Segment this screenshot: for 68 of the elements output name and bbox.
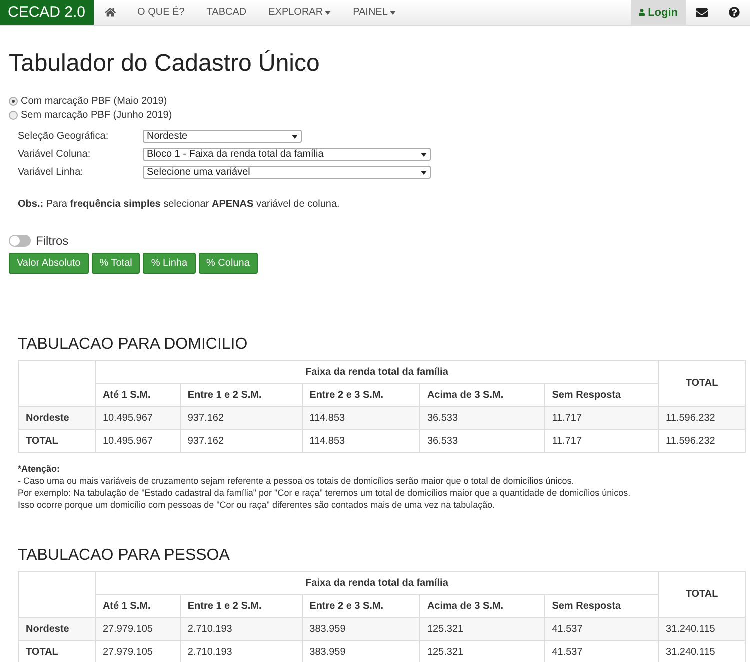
radio-label[interactable]: Com marcação PBF (Maio 2019) [21,96,168,106]
mode-button[interactable]: Valor Absoluto [9,253,89,274]
table-cell: 27.979.105 [95,618,180,640]
table-cell: 27.979.105 [95,640,180,662]
mode-button[interactable]: % Total [92,253,140,274]
field-label: Seleção Geográfica: [18,131,110,142]
note-text: *Atenção: [18,463,62,475]
brand-logo[interactable]: CECAD 2.0 [0,0,94,25]
note-text: Isso ocorre porque um domicílio com pessoas de "Cor ou raça" diferentes são contados mais de uma vez na tabulação. [18,499,496,511]
table-cell: 36.533 [420,406,545,430]
table-cell: 41.537 [544,640,659,662]
table-cell: 11.596.232 [658,406,746,430]
toggle-label: Filtros [36,234,69,248]
table-cell: 383.959 [302,640,420,662]
caret-icon [421,152,427,156]
table-cell: 36.533 [420,430,545,452]
mode-button[interactable]: % Linha [143,253,196,274]
select-field[interactable]: Bloco 1 - Faixa da renda total da família [143,148,431,161]
field-label: Variável Coluna: [18,149,92,160]
table-cell: 937.162 [180,430,302,452]
column-header: TOTAL [658,572,746,618]
table-cell: 31.240.115 [658,640,746,662]
caret-icon [292,134,298,138]
table-cell: 383.959 [302,618,420,640]
nav-dropdown[interactable]: EXPLORAR [258,0,342,25]
row-header: TOTAL [18,640,96,662]
nav-link[interactable]: TABCAD [196,0,258,25]
table-cell: 31.240.115 [658,618,746,640]
select-field[interactable]: Nordeste [143,130,302,143]
caret-icon [390,10,396,14]
radio-button[interactable] [9,96,18,106]
table-cell: 125.321 [420,618,545,640]
table-cell: 11.717 [544,430,659,452]
table-cell: 114.853 [302,406,420,430]
page-title: Tabulador do Cadastro Único [9,50,321,78]
radio-label[interactable]: Sem marcação PBF (Junho 2019) [21,110,172,120]
caret-icon [325,10,332,14]
table-cell: 11.596.232 [658,430,746,452]
user-icon [639,8,646,17]
table-cell: 10.495.967 [95,406,180,430]
mode-button[interactable]: % Coluna [198,253,258,274]
table-cell: 11.717 [544,406,659,430]
table-cell: 10.495.967 [95,430,180,452]
caret-icon [421,170,427,174]
note-text: Obs.: Para frequência simples selecionar APENAS variável de coluna. [18,199,341,210]
row-header: Nordeste [18,406,96,430]
radio-button[interactable] [9,110,18,120]
row-header: TOTAL [18,430,96,452]
table-title: TABULACAO PARA DOMICILIO [18,336,249,354]
table-cell: 114.853 [302,430,420,452]
select-field[interactable]: Selecione uma variável [143,166,431,179]
note-text: - Caso uma ou mais variáveis de cruzamento sejam referente a pessoa os totais de domicílios serão maior que o total de domicílios únicos. [18,475,576,487]
toggle-switch[interactable] [9,235,31,247]
column-group-header: Faixa da renda total da família [95,572,659,594]
column-group-header: Faixa da renda total da família [95,360,659,384]
nav-link[interactable]: O QUE É? [126,0,196,25]
nav-dropdown[interactable]: PAINEL [342,0,407,25]
column-header: TOTAL [658,360,746,406]
table-title: TABULACAO PARA PESSOA [18,547,231,565]
row-header: Nordeste [18,618,96,640]
field-label: Variável Linha: [18,167,84,178]
table-cell: 2.710.193 [180,618,302,640]
table-cell: 41.537 [544,618,659,640]
table-cell: 2.710.193 [180,640,302,662]
note-text: Por exemplo: Na tabulação de "Estado cadastral da família" por "Cor e raça" teremos um total de domicílios maior que a quantidade de domicílios únicos. [18,487,632,499]
table-cell: 125.321 [420,640,545,662]
login-link[interactable]: Login [631,0,686,25]
table-cell: 937.162 [180,406,302,430]
